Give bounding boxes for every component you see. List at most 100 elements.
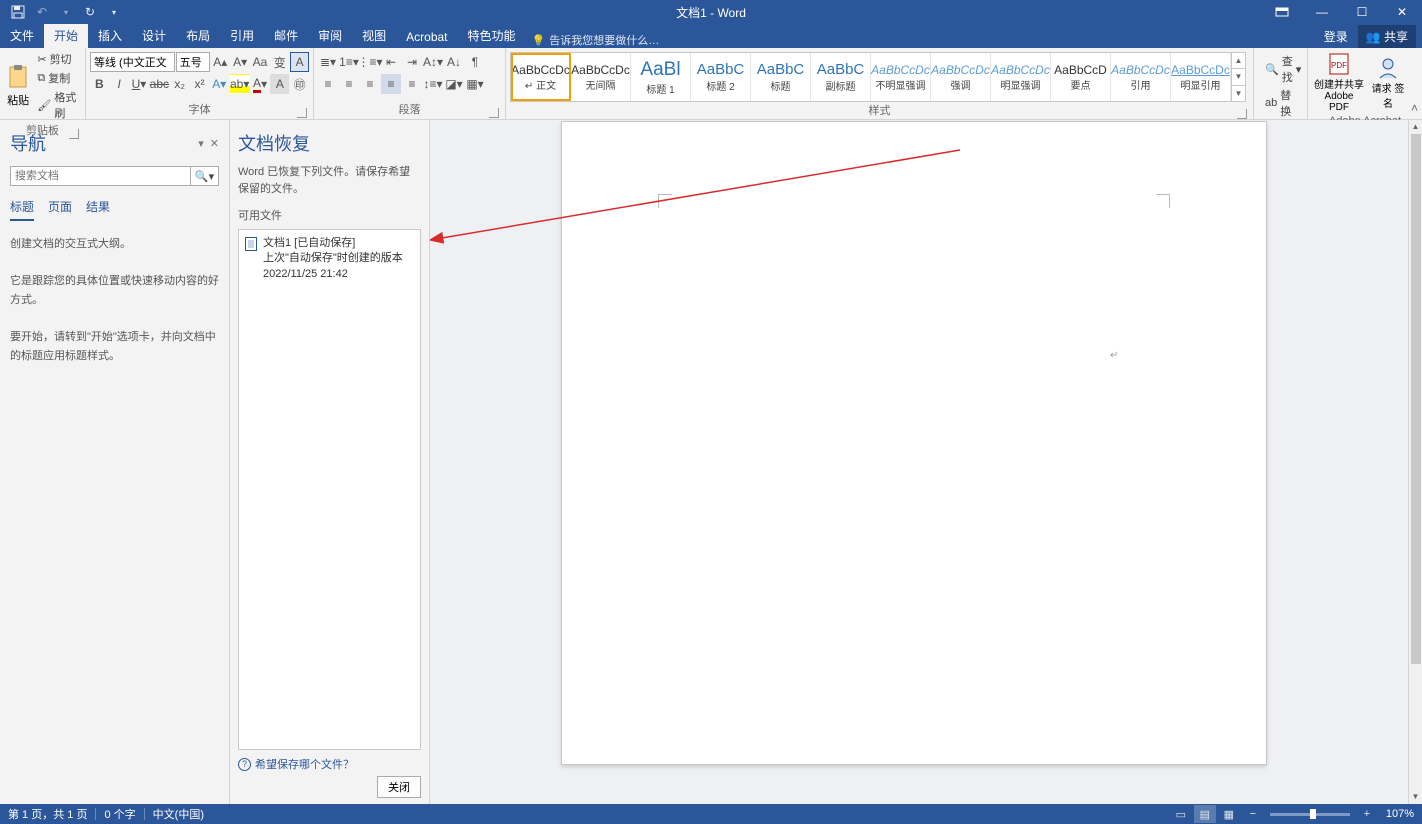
tab-insert[interactable]: 插入 [88,23,132,48]
line-spacing-icon[interactable]: ↕≡▾ [423,74,443,94]
styles-more-icon[interactable]: ▼ [1232,85,1245,101]
borders-icon[interactable]: ▦▾ [465,74,485,94]
nav-search-button[interactable]: 🔍▾ [190,167,218,185]
styles-scroll-down-icon[interactable]: ▼ [1232,68,1245,84]
zoom-slider-thumb[interactable] [1310,809,1316,819]
justify-icon[interactable]: ≡ [381,74,401,94]
recovery-close-button[interactable]: 关闭 [377,776,421,798]
bold-icon[interactable]: B [90,74,109,94]
font-size-combobox[interactable]: 五号 [176,52,210,72]
print-layout-icon[interactable]: ▤ [1194,805,1216,823]
style-引用[interactable]: AaBbCcDc引用 [1111,53,1171,101]
login-button[interactable]: 登录 [1316,25,1356,48]
font-name-combobox[interactable]: 等线 (中文正文 [90,52,175,72]
tab-view[interactable]: 视图 [352,23,396,48]
zoom-in-icon[interactable]: + [1356,805,1378,823]
tab-layout[interactable]: 布局 [176,23,220,48]
styles-gallery[interactable]: AaBbCcDc↵ 正文AaBbCcDc无间隔AaBl标题 1AaBbC标题 2… [510,52,1246,102]
undo-dropdown-icon[interactable]: ▾ [56,2,76,22]
format-painter-button[interactable]: 🖌格式刷 [34,88,81,122]
recovery-help-link[interactable]: ? 希望保存哪个文件？ [238,756,421,772]
maximize-icon[interactable]: ☐ [1342,0,1382,24]
shrink-font-icon[interactable]: A▾ [231,52,250,72]
scroll-down-icon[interactable]: ▼ [1409,790,1422,804]
qat-customize-icon[interactable]: ▾ [104,2,124,22]
tab-home[interactable]: 开始 [44,23,88,48]
zoom-slider[interactable] [1270,813,1350,816]
close-icon[interactable]: ✕ [1382,0,1422,24]
strikethrough-icon[interactable]: abc [149,74,169,94]
zoom-level[interactable]: 107% [1386,808,1414,820]
collapse-ribbon-icon[interactable]: ˄ [1411,101,1418,115]
tab-references[interactable]: 引用 [220,23,264,48]
font-dialog-launcher[interactable] [297,108,307,118]
ribbon-display-options-icon[interactable] [1262,0,1302,24]
nav-close-icon[interactable]: ✕ [210,137,219,150]
grow-font-icon[interactable]: A▴ [211,52,230,72]
copy-button[interactable]: ⧉复制 [34,69,81,87]
phonetic-guide-icon[interactable]: 变 [270,52,289,72]
nav-dropdown-icon[interactable]: ▾ [198,137,204,150]
numbering-icon[interactable]: 1≡▾ [339,52,359,72]
align-center-icon[interactable]: ≡ [339,74,359,94]
nav-search-input[interactable] [11,167,190,185]
undo-icon[interactable]: ↶ [32,2,52,22]
document-page[interactable] [561,121,1267,765]
nav-tab-pages[interactable]: 页面 [48,198,72,221]
style-明显强调[interactable]: AaBbCcDc明显强调 [991,53,1051,101]
web-layout-icon[interactable]: ▦ [1218,805,1240,823]
replace-button[interactable]: ab替换 [1262,86,1304,120]
sort-icon[interactable]: A↓ [444,52,464,72]
enclose-char-icon[interactable]: ㊞ [290,74,309,94]
scroll-thumb[interactable] [1411,134,1421,664]
increase-indent-icon[interactable]: ⇥ [402,52,422,72]
status-word-count[interactable]: 0 个字 [104,806,135,822]
bullets-icon[interactable]: ≣▾ [318,52,338,72]
shading-icon[interactable]: ◪▾ [444,74,464,94]
minimize-icon[interactable]: — [1302,0,1342,24]
show-marks-icon[interactable]: ¶ [465,52,485,72]
recovery-item[interactable]: 文档1 [已自动保存] 上次"自动保存"时创建的版本 2022/11/25 21… [243,234,416,284]
tab-acrobat[interactable]: Acrobat [396,26,457,48]
style-标题[interactable]: AaBbC标题 [751,53,811,101]
cut-button[interactable]: ✂剪切 [34,50,81,68]
scroll-up-icon[interactable]: ▲ [1409,120,1422,134]
font-color-icon[interactable]: A▾ [251,74,270,94]
tab-features[interactable]: 特色功能 [458,23,526,48]
asian-layout-icon[interactable]: A↕▾ [423,52,443,72]
nav-tab-results[interactable]: 结果 [86,198,110,221]
styles-scroll-up-icon[interactable]: ▲ [1232,53,1245,68]
vertical-scrollbar[interactable]: ▲ ▼ [1408,120,1422,804]
status-page[interactable]: 第 1 页，共 1 页 [8,806,87,822]
styles-dialog-launcher[interactable] [1237,109,1247,119]
status-language[interactable]: 中文(中国) [153,806,204,822]
request-signature-button[interactable]: 请求 签名 [1366,50,1410,115]
text-effects-icon[interactable]: A▾ [210,74,229,94]
style-不明显强调[interactable]: AaBbCcDc不明显强调 [871,53,931,101]
style-副标题[interactable]: AaBbC副标题 [811,53,871,101]
subscript-icon[interactable]: x₂ [170,74,189,94]
change-case-icon[interactable]: Aa [251,52,270,72]
tell-me[interactable]: 💡 告诉我您想要做什么… [532,32,660,48]
highlight-icon[interactable]: ab▾ [230,74,250,94]
char-border-icon[interactable]: A [290,52,309,72]
style-强调[interactable]: AaBbCcDc强调 [931,53,991,101]
paste-button[interactable]: 粘贴 [4,50,32,122]
tab-review[interactable]: 审阅 [308,23,352,48]
style-要点[interactable]: AaBbCcD要点 [1051,53,1111,101]
decrease-indent-icon[interactable]: ⇤ [381,52,401,72]
tab-file[interactable]: 文件 [0,23,44,48]
tab-mailings[interactable]: 邮件 [264,23,308,48]
italic-icon[interactable]: I [110,74,129,94]
share-button[interactable]: 👥 共享 [1358,25,1416,48]
create-pdf-button[interactable]: PDF 创建并共享 Adobe PDF [1312,50,1366,115]
read-mode-icon[interactable]: ▭ [1170,805,1192,823]
style-正文[interactable]: AaBbCcDc↵ 正文 [511,53,571,101]
superscript-icon[interactable]: x² [190,74,209,94]
nav-tab-headings[interactable]: 标题 [10,198,34,221]
style-明显引用[interactable]: AaBbCcDc明显引用 [1171,53,1231,101]
style-标题 2[interactable]: AaBbC标题 2 [691,53,751,101]
char-shading-icon[interactable]: A [270,74,289,94]
align-left-icon[interactable]: ≡ [318,74,338,94]
underline-icon[interactable]: U▾ [130,74,149,94]
